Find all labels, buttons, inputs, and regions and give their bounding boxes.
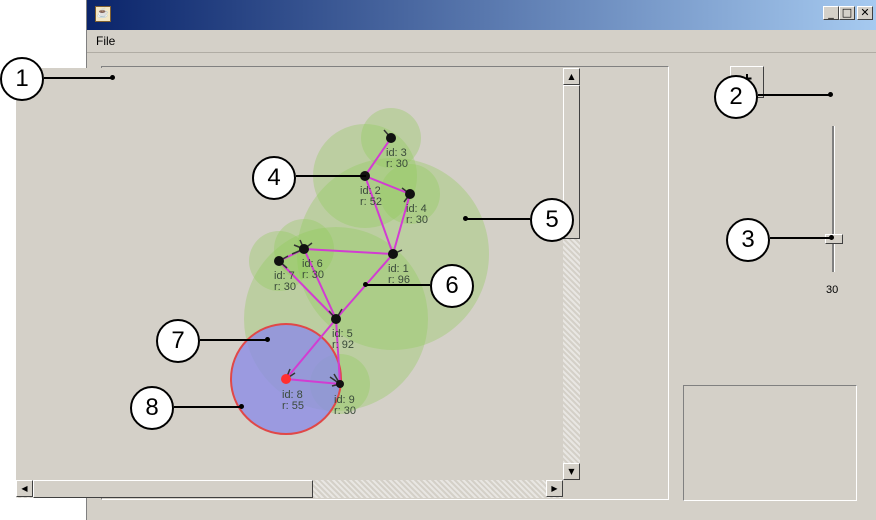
callout-1: 1 bbox=[0, 57, 44, 101]
node-9 bbox=[336, 380, 344, 388]
callout-2: 2 bbox=[714, 75, 758, 119]
scroll-left-button[interactable]: ◀ bbox=[16, 480, 33, 497]
node-r-label: r: 52 bbox=[360, 196, 382, 208]
horizontal-scrollbar[interactable]: ◀ ▶ bbox=[16, 480, 563, 498]
minimize-button[interactable]: _ bbox=[823, 6, 839, 20]
callout-leader bbox=[296, 175, 366, 177]
scroll-corner bbox=[563, 480, 580, 498]
callout-6: 6 bbox=[430, 264, 474, 308]
callout-leader bbox=[770, 237, 832, 239]
node-r-label: r: 30 bbox=[274, 281, 296, 293]
node-4 bbox=[405, 189, 415, 199]
maximize-button[interactable]: □ bbox=[839, 6, 855, 20]
node-6 bbox=[299, 244, 309, 254]
scroll-right-button[interactable]: ▶ bbox=[546, 480, 563, 497]
node-r-label: r: 30 bbox=[406, 214, 428, 226]
node-7 bbox=[274, 256, 284, 266]
callout-5: 5 bbox=[530, 198, 574, 242]
callout-dot bbox=[265, 337, 270, 342]
callout-dot bbox=[828, 92, 833, 97]
node-3 bbox=[386, 133, 396, 143]
node-r-label: r: 92 bbox=[332, 339, 354, 351]
callout-leader bbox=[466, 218, 530, 220]
network-canvas[interactable]: id: 3 r: 30 id: 2 r: 52 id: 4 r: 30 id: … bbox=[16, 68, 563, 480]
callout-4: 4 bbox=[252, 156, 296, 200]
callout-8: 8 bbox=[130, 386, 174, 430]
title-bar[interactable]: ☕ _ □ ✕ bbox=[87, 0, 876, 30]
callout-dot bbox=[463, 216, 468, 221]
callout-dot bbox=[110, 75, 115, 80]
node-r-label: r: 55 bbox=[282, 400, 304, 412]
callout-3: 3 bbox=[726, 218, 770, 262]
menu-file[interactable]: File bbox=[96, 34, 115, 48]
callout-leader bbox=[366, 284, 430, 286]
callout-dot bbox=[363, 282, 368, 287]
node-1 bbox=[388, 249, 398, 259]
scroll-up-button[interactable]: ▲ bbox=[563, 68, 580, 85]
callout-leader bbox=[44, 77, 112, 79]
vertical-scrollbar[interactable]: ▲ ▼ bbox=[563, 68, 580, 480]
callout-dot bbox=[239, 404, 244, 409]
scroll-down-button[interactable]: ▼ bbox=[563, 463, 580, 480]
range-slider-track[interactable] bbox=[832, 126, 835, 272]
menu-bar: File bbox=[87, 30, 876, 53]
info-panel bbox=[683, 385, 857, 501]
selected-node-8 bbox=[281, 374, 291, 384]
range-slider-value: 30 bbox=[826, 284, 839, 296]
node-r-label: r: 30 bbox=[386, 158, 408, 170]
node-5 bbox=[331, 314, 341, 324]
horizontal-scroll-thumb[interactable] bbox=[33, 480, 313, 498]
callout-dot bbox=[829, 235, 834, 240]
range-slider-knob[interactable] bbox=[825, 234, 843, 244]
callout-7: 7 bbox=[156, 319, 200, 363]
node-r-label: r: 30 bbox=[334, 405, 356, 417]
java-cup-icon: ☕ bbox=[95, 6, 111, 22]
callout-leader bbox=[200, 339, 268, 341]
close-button[interactable]: ✕ bbox=[857, 6, 873, 20]
node-r-label: r: 30 bbox=[302, 269, 324, 281]
callout-leader bbox=[174, 406, 242, 408]
callout-leader bbox=[758, 94, 830, 96]
